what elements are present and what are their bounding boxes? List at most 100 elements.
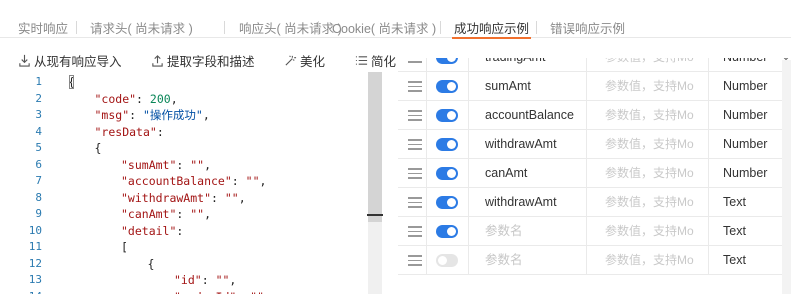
- cell-divider: [586, 58, 587, 72]
- drag-bar: [408, 119, 422, 121]
- import-from-response-button[interactable]: 从现有响应导入: [18, 50, 122, 70]
- cell-divider: [426, 58, 427, 72]
- cell-divider: [426, 72, 427, 101]
- field-row: withdrawAmt 参数值，支持Mo Number: [398, 130, 791, 159]
- magic-wand-icon: [285, 54, 297, 66]
- cell-divider: [586, 101, 587, 130]
- field-name-input[interactable]: canAmt: [485, 159, 527, 188]
- code-line: "orderId": "",: [174, 289, 271, 295]
- enable-toggle[interactable]: [436, 167, 458, 180]
- drag-bar: [408, 206, 422, 208]
- code-token: :: [201, 273, 216, 287]
- drag-bar: [408, 148, 422, 150]
- drag-handle-icon[interactable]: [408, 226, 422, 237]
- code-token: ,: [170, 91, 178, 106]
- code-line: "sumAmt": "",: [121, 157, 211, 173]
- code-token: :: [176, 223, 184, 238]
- extract-fields-button[interactable]: 提取字段和描述: [151, 50, 255, 70]
- field-type-select[interactable]: Number: [723, 58, 767, 72]
- cell-divider: [708, 101, 709, 130]
- drag-handle-icon[interactable]: [408, 255, 422, 266]
- line-number: 6: [35, 157, 42, 171]
- code-token: "code": [94, 91, 137, 106]
- field-type-select[interactable]: Text: [723, 217, 746, 246]
- field-name-input[interactable]: accountBalance: [485, 101, 574, 130]
- field-value-input[interactable]: 参数值，支持Mo: [605, 58, 705, 72]
- field-type-select[interactable]: Number: [723, 130, 767, 159]
- enable-toggle[interactable]: [436, 196, 458, 209]
- code-token: "": [224, 190, 239, 205]
- code-line: "detail":: [121, 223, 183, 239]
- enable-toggle[interactable]: [436, 109, 458, 122]
- line-number: 11: [28, 240, 42, 253]
- code-token: "msg": [94, 108, 130, 122]
- field-value-input[interactable]: 参数值，支持Mo: [605, 101, 705, 130]
- enable-toggle[interactable]: [436, 58, 458, 64]
- cell-divider: [426, 217, 427, 246]
- cell-divider: [586, 72, 587, 101]
- line-number: 8: [35, 190, 42, 204]
- field-name-input[interactable]: withdrawAmt: [485, 188, 557, 217]
- field-value-input[interactable]: 参数值，支持Mo: [605, 72, 705, 101]
- drag-bar: [408, 259, 422, 262]
- table-scrollbar[interactable]: [782, 60, 791, 294]
- code-token: "操作成功": [142, 108, 203, 122]
- enable-toggle[interactable]: [436, 225, 458, 238]
- drag-handle-icon[interactable]: [408, 139, 422, 150]
- enable-toggle[interactable]: [436, 138, 458, 151]
- tab-cookie[interactable]: Cookie( 尚未请求 ): [332, 18, 436, 38]
- drag-handle-icon[interactable]: [408, 58, 422, 63]
- code-token: {: [147, 256, 155, 271]
- field-value-input[interactable]: 参数值，支持Mo: [605, 159, 705, 188]
- cell-divider: [468, 188, 469, 217]
- code-area[interactable]: {"code": 200, "msg": "操作成功", "resData":{"s…: [68, 72, 378, 294]
- field-type-select[interactable]: Text: [723, 246, 746, 275]
- tab-response-headers[interactable]: 响应头( 尚未请求 ): [239, 18, 342, 38]
- field-value-input[interactable]: 参数值，支持Mo: [605, 188, 705, 217]
- drag-bar: [408, 177, 422, 179]
- code-line: "msg": "操作成功",: [95, 107, 210, 123]
- cell-divider: [586, 188, 587, 217]
- tab-success-example[interactable]: 成功响应示例: [451, 18, 532, 39]
- drag-handle-icon[interactable]: [408, 110, 422, 121]
- fields-table: tradingAmt 参数值，支持Mo Number sumAmt 参数值，支持Mo Nu…: [398, 58, 791, 294]
- json-editor[interactable]: 1234567891011121314 {"code": 200,"msg": …: [18, 72, 384, 294]
- tab-realtime-response[interactable]: 实时响应: [18, 18, 68, 38]
- drag-handle-icon[interactable]: [408, 197, 422, 208]
- code-token: ,: [204, 207, 212, 221]
- field-value-input[interactable]: 参数值，支持Mo: [605, 246, 705, 275]
- enable-toggle[interactable]: [436, 254, 458, 267]
- code-token: ,: [238, 190, 246, 205]
- code-token: ,: [202, 108, 210, 122]
- field-type-select[interactable]: Number: [723, 72, 767, 101]
- line-number-gutter: 1234567891011121314: [18, 72, 48, 294]
- field-name-input[interactable]: 参数名: [485, 217, 523, 246]
- cell-divider: [586, 217, 587, 246]
- tab-divider: [224, 21, 225, 34]
- simplify-button[interactable]: 简化: [355, 50, 396, 70]
- field-type-select[interactable]: Number: [723, 101, 767, 130]
- field-name-input[interactable]: withdrawAmt: [485, 130, 557, 159]
- field-value-input[interactable]: 参数值，支持Mo: [605, 130, 705, 159]
- cell-divider: [586, 159, 587, 188]
- tab-error-example[interactable]: 错误响应示例: [550, 18, 625, 38]
- drag-handle-icon[interactable]: [408, 81, 422, 92]
- code-token: :: [211, 190, 225, 205]
- beautify-button[interactable]: 美化: [284, 50, 325, 70]
- drag-bar: [408, 235, 422, 237]
- field-name-input[interactable]: 参数名: [485, 246, 523, 275]
- editor-scrollbar-thumb[interactable]: [368, 72, 382, 222]
- code-token: "id": [174, 273, 202, 287]
- code-token: :: [156, 124, 164, 139]
- enable-toggle[interactable]: [436, 80, 458, 93]
- field-name-input[interactable]: sumAmt: [485, 72, 531, 101]
- field-value-input[interactable]: 参数值，支持Mo: [605, 217, 705, 246]
- field-name-input[interactable]: tradingAmt: [485, 58, 545, 72]
- field-type-select[interactable]: Text: [723, 188, 746, 217]
- field-type-select[interactable]: Number: [723, 159, 767, 188]
- drag-handle-icon[interactable]: [408, 168, 422, 179]
- tab-request-headers[interactable]: 请求头( 尚未请求 ): [90, 18, 193, 38]
- line-number: 1: [35, 75, 42, 88]
- drag-bar: [408, 201, 422, 204]
- editor-toolbar: 从现有响应导入 提取字段和描述 美化 简化: [0, 50, 420, 70]
